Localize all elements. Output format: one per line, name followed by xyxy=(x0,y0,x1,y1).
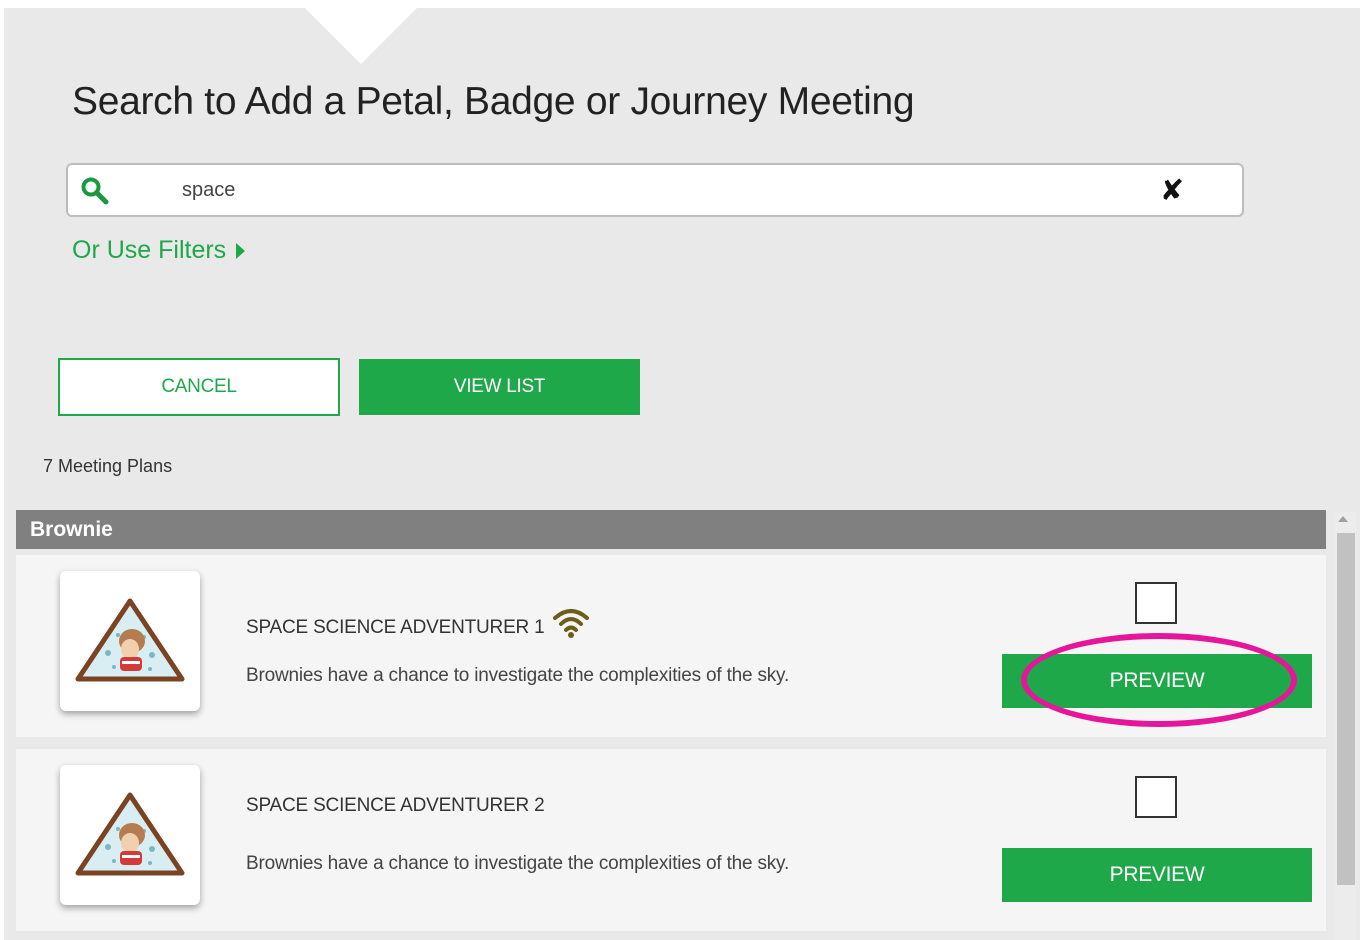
group-header-brownie: Brownie xyxy=(16,510,1326,549)
result-title[interactable]: SPACE SCIENCE ADVENTURER 2 xyxy=(246,795,545,817)
badge-thumbnail xyxy=(60,765,200,905)
badge-thumbnail xyxy=(60,571,200,711)
search-input[interactable] xyxy=(182,173,1082,207)
wifi-online-icon xyxy=(552,609,589,638)
cancel-button[interactable]: CANCEL xyxy=(58,358,340,416)
use-filters-link[interactable]: Or Use Filters xyxy=(72,236,246,265)
view-list-button[interactable]: VIEW LIST xyxy=(359,359,640,415)
result-card: SPACE SCIENCE ADVENTURER 2 Brownies have… xyxy=(16,749,1326,931)
dialog-title: Search to Add a Petal, Badge or Journey … xyxy=(72,80,915,123)
select-checkbox[interactable] xyxy=(1135,582,1177,624)
select-checkbox[interactable] xyxy=(1135,776,1177,818)
result-title[interactable]: SPACE SCIENCE ADVENTURER 1 xyxy=(246,605,590,639)
search-icon xyxy=(81,177,109,205)
use-filters-label: Or Use Filters xyxy=(72,236,227,264)
preview-button[interactable]: PREVIEW xyxy=(1002,654,1312,708)
search-box[interactable]: ✘ xyxy=(66,163,1244,217)
result-title-text: SPACE SCIENCE ADVENTURER 2 xyxy=(246,795,545,816)
dialog-pointer-notch xyxy=(305,8,417,64)
brownie-badge-icon xyxy=(75,792,185,876)
result-description: Brownies have a chance to investigate th… xyxy=(246,853,790,874)
scroll-up-arrow-icon[interactable] xyxy=(1338,516,1348,522)
results-count: 7 Meeting Plans xyxy=(43,456,173,476)
caret-right-icon xyxy=(236,243,246,260)
brownie-badge-icon xyxy=(75,598,185,682)
result-card: SPACE SCIENCE ADVENTURER 1 Brownies have… xyxy=(16,555,1326,737)
result-title-text: SPACE SCIENCE ADVENTURER 1 xyxy=(246,617,545,638)
preview-button[interactable]: PREVIEW xyxy=(1002,848,1312,902)
scrollbar-thumb[interactable] xyxy=(1337,533,1355,885)
clear-search-icon[interactable]: ✘ xyxy=(1158,175,1186,207)
result-description: Brownies have a chance to investigate th… xyxy=(246,665,790,686)
